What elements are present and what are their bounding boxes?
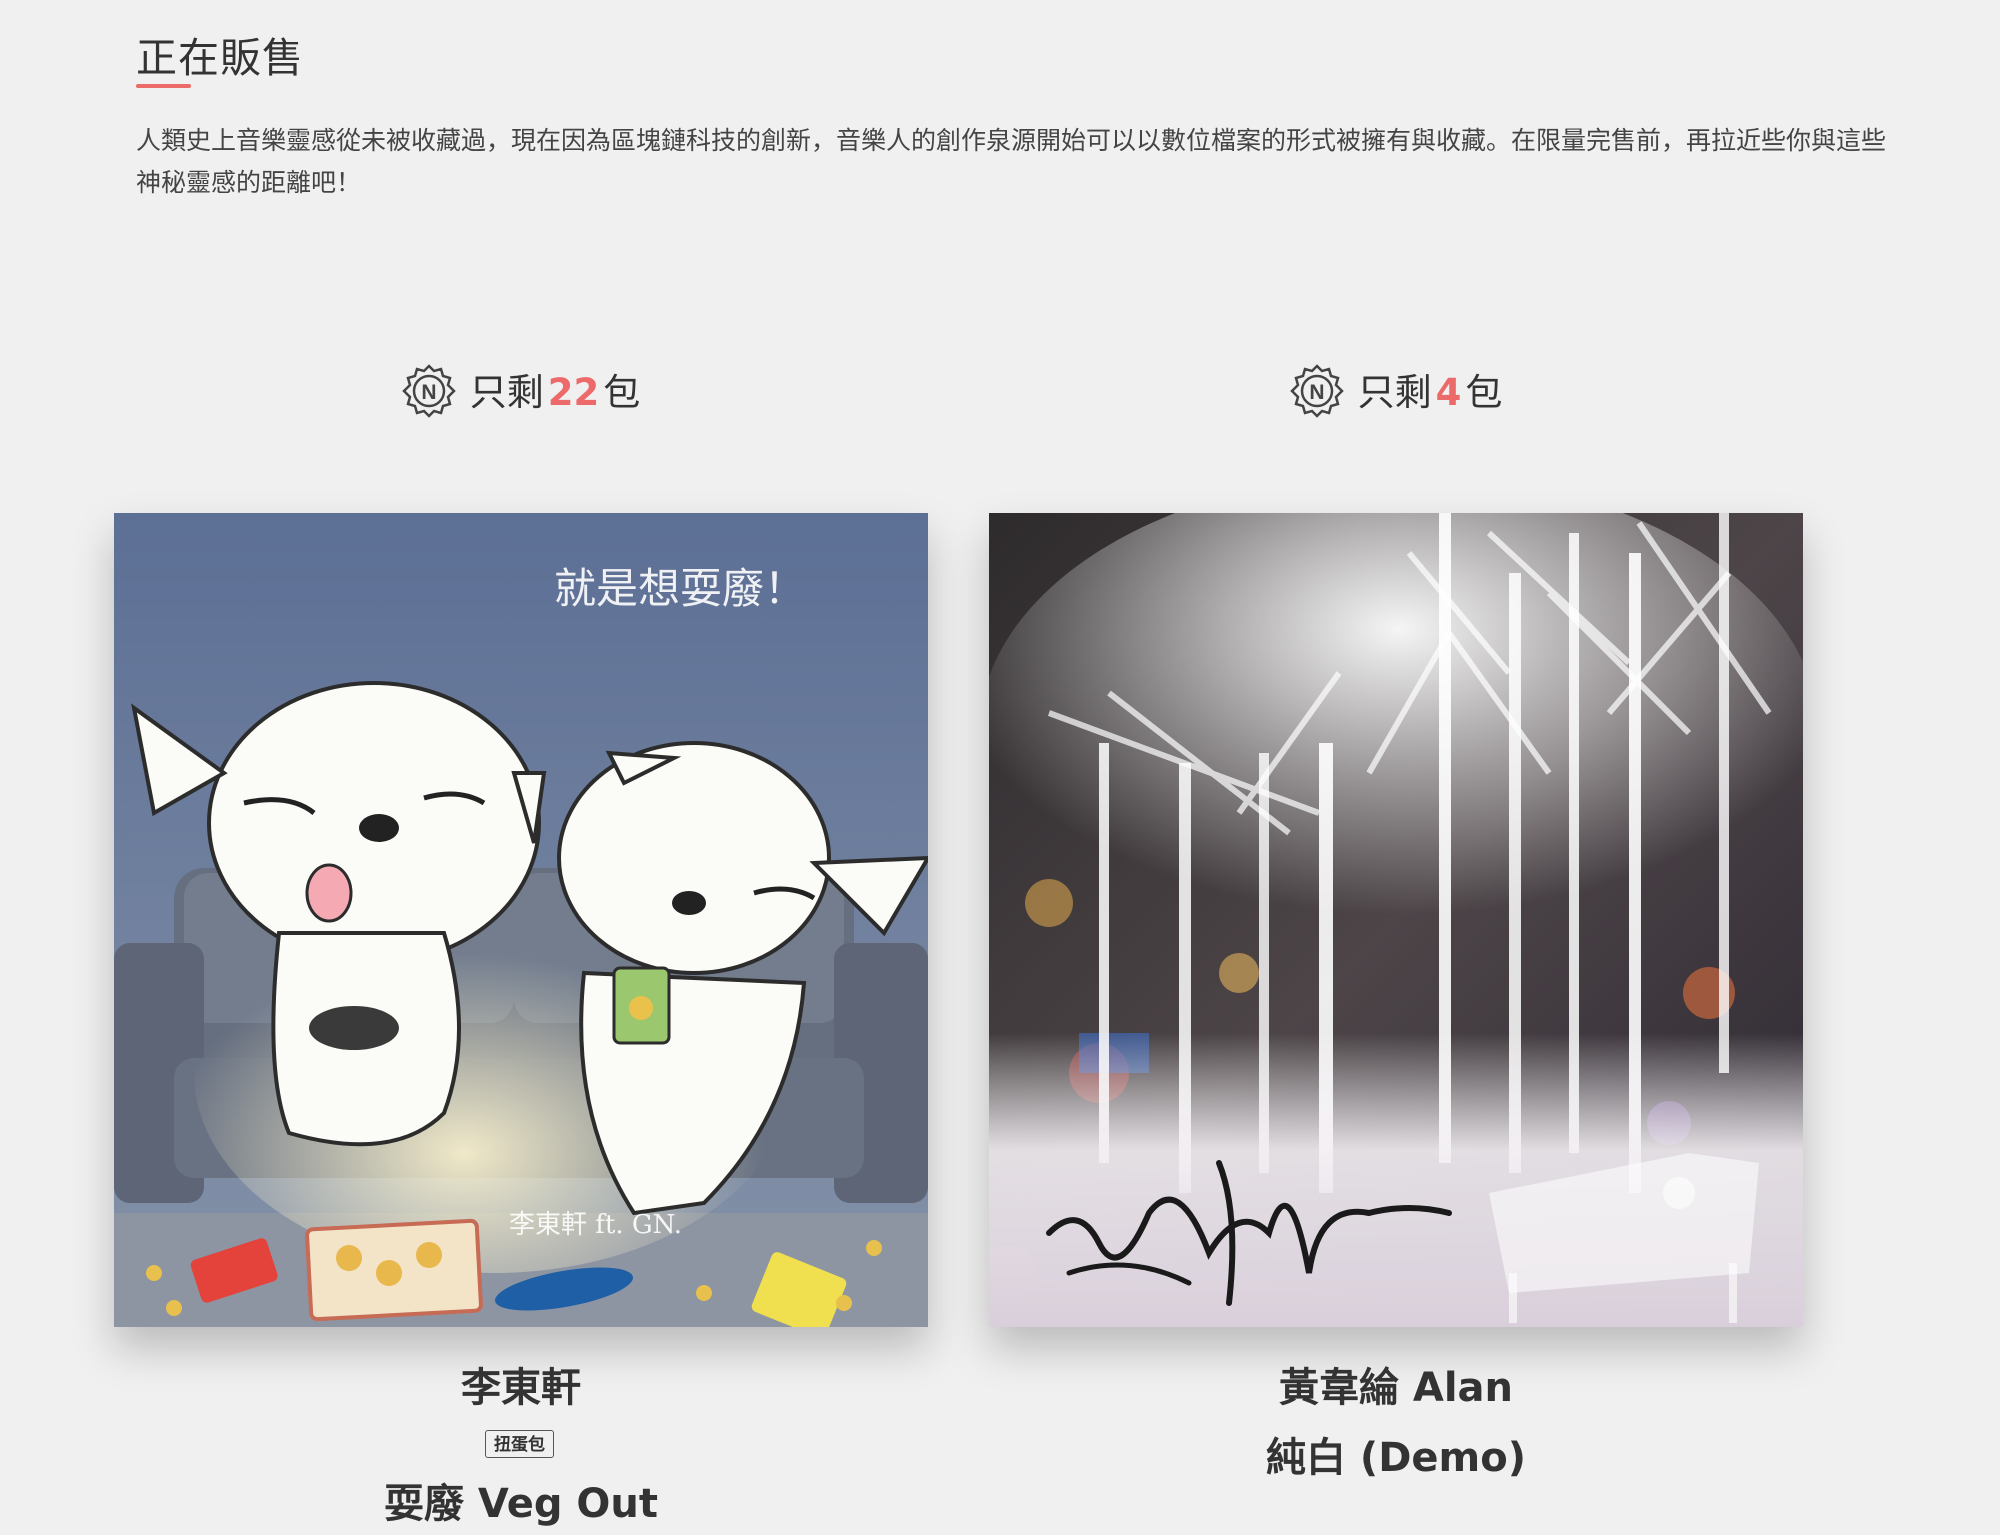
section-description: 人類史上音樂靈感從未被收藏過，現在因為區塊鏈科技的創新，音樂人的創作泉源開始可以… <box>136 126 1887 197</box>
stock-suffix: 包 <box>1465 371 1503 414</box>
artist-name[interactable]: 李東軒 <box>114 1360 928 1416</box>
cover-signature: 李東軒 ft. GN. <box>509 1210 682 1240</box>
stock-prefix: 只剩 <box>469 371 544 414</box>
artist-name[interactable]: 黃韋綸 Alan <box>989 1360 1803 1416</box>
n-badge-icon: N <box>401 363 456 418</box>
svg-text:N: N <box>1309 381 1324 404</box>
song-title[interactable]: 純白 (Demo) <box>989 1430 1803 1486</box>
package-tag: 扭蛋包 <box>485 1430 554 1458</box>
stock-count: 22 <box>547 371 600 414</box>
n-badge-icon: N <box>1289 363 1344 418</box>
cover-lyric-text: 就是想耍廢！ <box>554 564 806 613</box>
stock-suffix: 包 <box>603 371 641 414</box>
album-cover-art: 就是想耍廢！ 李東軒 ft. GN. <box>114 513 928 1327</box>
album-cover-art <box>989 513 1803 1327</box>
stock-indicator: N 只剩 4 包 <box>989 360 1803 426</box>
stock-prefix: 只剩 <box>1357 371 1432 414</box>
svg-text:N: N <box>421 381 436 404</box>
stock-count: 4 <box>1435 371 1462 414</box>
stock-indicator: N 只剩 22 包 <box>114 360 928 426</box>
song-title[interactable]: 耍廢 Veg Out <box>114 1476 928 1532</box>
album-cover[interactable] <box>989 513 1803 1327</box>
album-cover[interactable]: 就是想耍廢！ 李東軒 ft. GN. <box>114 513 928 1327</box>
title-underline <box>136 84 191 88</box>
section-title: 正在販售 <box>136 34 304 82</box>
